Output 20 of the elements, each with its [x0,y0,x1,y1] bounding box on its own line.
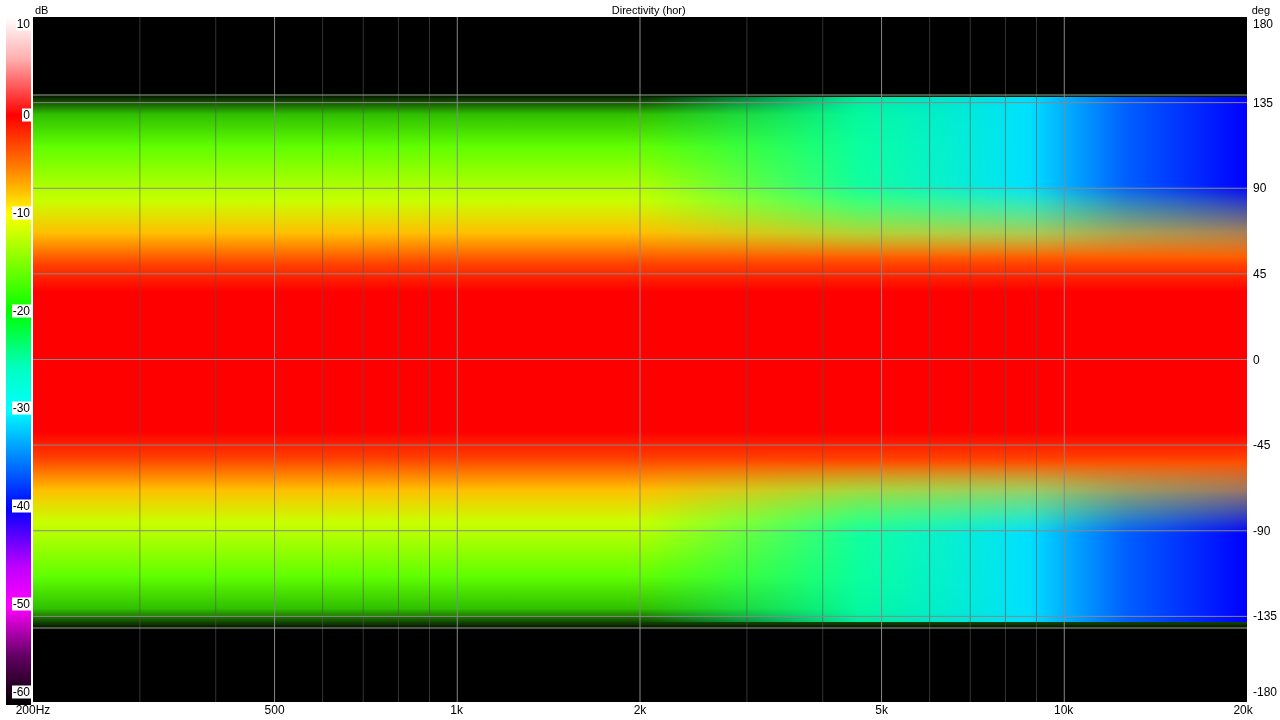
angle-tick-label: 45 [1253,267,1267,281]
angle-tick-label: -90 [1253,524,1271,538]
angle-tick-label: -180 [1253,685,1278,699]
frequency-tick-label: 5k [875,703,888,717]
scale-tick-label: 0 [22,108,31,122]
chart-title: Directivity (hor) [611,4,686,17]
angle-tick-label: -135 [1253,609,1278,623]
frequency-tick-label: 10k [1054,703,1074,717]
degree-unit-label: deg [1250,4,1271,17]
angle-tick-label: 180 [1253,17,1274,31]
frequency-tick-label: 2k [633,703,647,717]
frequency-tick-label: 1k [450,703,463,717]
angle-tick-label: 90 [1253,181,1267,195]
frequency-tick-label: 20k [1233,703,1253,717]
angle-tick-label: 0 [1253,353,1260,366]
frequency-tick-label: 200Hz [15,703,51,717]
angle-tick-label: -45 [1253,438,1271,452]
frequency-tick-label: 500 [264,703,285,717]
angle-tick-label: 135 [1253,96,1274,110]
db-unit-label: dB [34,4,50,17]
